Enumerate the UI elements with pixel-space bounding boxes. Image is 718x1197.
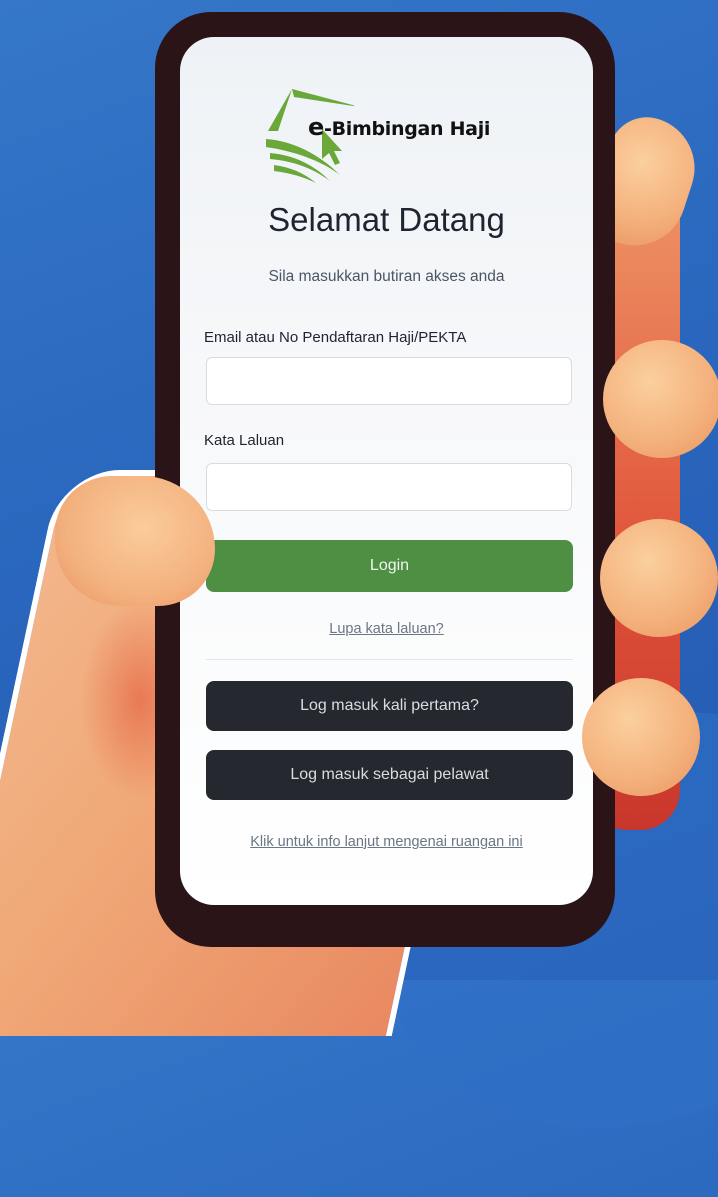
info-link[interactable]: Klik untuk info lanjut mengenai ruangan … — [180, 834, 593, 850]
guest-login-button[interactable]: Log masuk sebagai pelawat — [206, 750, 573, 800]
login-button[interactable]: Login — [206, 540, 573, 592]
app-logo: e-Bimbingan Haji — [264, 85, 524, 185]
first-login-button[interactable]: Log masuk kali pertama? — [206, 681, 573, 731]
email-input[interactable] — [206, 357, 572, 405]
logo-e-letter: e — [308, 113, 324, 141]
page-title: Selamat Datang — [268, 201, 505, 238]
password-input[interactable] — [206, 463, 572, 511]
logo-name: -Bimbingan Haji — [323, 118, 491, 140]
logo-wordmark: e-Bimbingan Haji — [308, 113, 490, 141]
email-label: Email atau No Pendaftaran Haji/PEKTA — [204, 329, 467, 346]
forgot-password-link[interactable]: Lupa kata laluan? — [180, 621, 593, 637]
hand-thumb — [55, 476, 215, 606]
hand-finger-3 — [582, 678, 700, 796]
divider — [206, 659, 573, 660]
page-subtitle: Sila masukkan butiran akses anda — [268, 268, 505, 285]
phone-screen: e-Bimbingan Haji Selamat Datang Sila mas… — [180, 37, 593, 905]
hand-finger-2 — [600, 519, 718, 637]
hand-finger-1 — [603, 340, 718, 458]
password-label: Kata Laluan — [204, 432, 285, 449]
